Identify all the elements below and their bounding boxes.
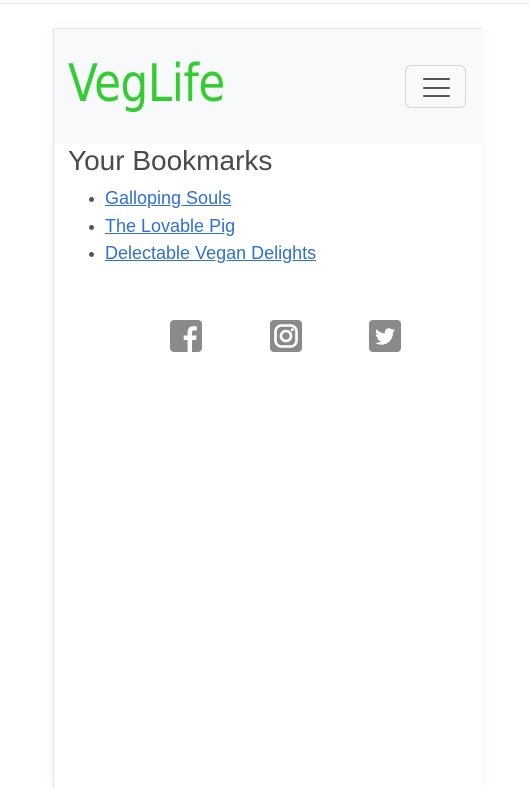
social-links	[170, 320, 402, 352]
bookmark-link-delectable-vegan-delights[interactable]: Delectable Vegan Delights	[105, 243, 316, 263]
twitter-icon	[369, 320, 401, 352]
list-item: Delectable Vegan Delights	[68, 240, 316, 268]
window-top-rule	[0, 3, 529, 4]
page-frame: VegLife Your Bookmarks Galloping Souls T…	[53, 28, 482, 789]
bookmark-link-the-lovable-pig[interactable]: The Lovable Pig	[105, 216, 235, 236]
instagram-link[interactable]	[270, 320, 302, 352]
facebook-link[interactable]	[170, 320, 202, 352]
bookmark-list: Galloping Souls The Lovable Pig Delectab…	[68, 185, 316, 268]
page-title: Your Bookmarks	[68, 145, 273, 176]
navbar: VegLife	[54, 29, 482, 144]
bookmark-link-galloping-souls[interactable]: Galloping Souls	[105, 188, 231, 208]
instagram-icon	[270, 320, 302, 352]
hamburger-menu-icon	[423, 78, 450, 97]
navbar-toggle-button[interactable]	[405, 65, 466, 108]
facebook-icon	[170, 320, 202, 352]
list-item: Galloping Souls	[68, 185, 316, 213]
list-item: The Lovable Pig	[68, 213, 316, 241]
brand-logo-link[interactable]: VegLife	[68, 54, 225, 114]
twitter-link[interactable]	[369, 320, 401, 352]
